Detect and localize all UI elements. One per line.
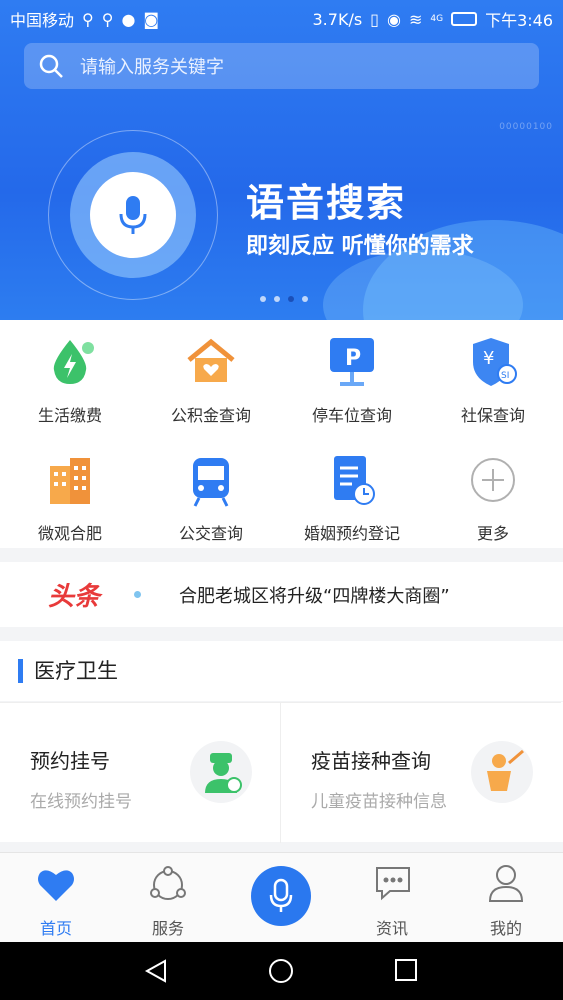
news-ticker[interactable]: 头条 合肥老城区将升级“四牌楼大商圈”	[0, 562, 563, 627]
service-utilities[interactable]: 生活缴费	[0, 320, 140, 430]
tab-home[interactable]: 首页	[0, 853, 112, 943]
tab-label: 资讯	[375, 919, 408, 938]
service-grid: 生活缴费 公积金查询 P 停车位查询 ¥ SI 社保查询 微观合肥 公交查询 婚姻	[0, 320, 563, 548]
service-label: 婚姻预约登记	[303, 524, 400, 543]
shield-yen-icon: ¥ SI	[465, 334, 521, 390]
card-subtitle: 在线预约挂号	[30, 792, 132, 812]
card-vaccine[interactable]: 疫苗接种查询 儿童疫苗接种信息	[281, 702, 561, 843]
card-title: 预约挂号	[30, 749, 110, 773]
tab-label: 我的	[489, 919, 522, 938]
search-placeholder: 请输入服务关键字	[80, 57, 224, 78]
vibrate-icon: ▯	[370, 9, 379, 29]
banner-title: 语音搜索	[246, 181, 407, 225]
tab-label: 服务	[151, 919, 184, 938]
usb-icon-2: ⚲	[101, 9, 114, 29]
section-header: 医疗卫生	[0, 641, 563, 701]
page-dot	[302, 296, 308, 302]
service-social-security[interactable]: ¥ SI 社保查询	[423, 320, 563, 430]
tab-news[interactable]: 资讯	[336, 853, 448, 943]
service-label: 公积金查询	[170, 406, 251, 425]
buildings-icon	[42, 452, 98, 508]
headline-tag: 头条	[48, 582, 101, 612]
house-heart-icon	[183, 334, 239, 390]
mic-icon	[119, 196, 147, 234]
message-icon	[376, 867, 410, 901]
svg-text:P: P	[345, 346, 361, 371]
recents-icon[interactable]	[394, 958, 418, 982]
news-bullet	[134, 591, 142, 598]
clock-time: 下午3:46	[485, 11, 553, 30]
service-parking[interactable]: P 停车位查询	[282, 320, 422, 430]
service-marriage[interactable]: 婚姻预约登记	[282, 438, 422, 548]
status-bar: 中国移动 ⚲ ⚲ ● ◙ 3.7K/s ▯ ◉ ≋ 4G 下午3:46	[0, 0, 563, 38]
user-icon	[488, 865, 524, 902]
svg-text:SI: SI	[501, 371, 509, 381]
service-bus[interactable]: 公交查询	[141, 438, 281, 548]
app-icon: ◙	[143, 9, 159, 29]
mic-icon	[269, 878, 293, 912]
network-speed: 3.7K/s	[312, 9, 363, 29]
battery-icon	[451, 12, 478, 26]
service-label: 更多	[476, 524, 509, 543]
bus-icon	[183, 452, 239, 508]
water-drop-bolt-icon	[42, 334, 98, 390]
search-bar[interactable]: 请输入服务关键字	[24, 43, 539, 89]
voice-search-button[interactable]	[90, 172, 176, 258]
tab-label: 首页	[39, 919, 72, 938]
back-icon[interactable]	[143, 958, 169, 984]
banner-pagination	[260, 296, 308, 302]
page-dot	[274, 296, 280, 302]
system-nav-bar	[0, 942, 563, 1000]
vaccine-child-icon	[471, 741, 533, 803]
document-clock-icon	[324, 452, 380, 508]
service-more[interactable]: 更多	[423, 438, 563, 548]
page-dot-active	[288, 296, 294, 302]
section-title: 医疗卫生	[34, 659, 118, 683]
service-label: 公交查询	[178, 524, 243, 543]
section-accent-bar	[18, 659, 23, 683]
doctor-icon	[190, 741, 252, 803]
chat-icon: ●	[121, 9, 136, 29]
service-label: 生活缴费	[37, 406, 102, 425]
wifi-icon: ≋	[408, 9, 423, 29]
eye-icon: ◉	[386, 9, 401, 29]
news-headline[interactable]: 合肥老城区将升级“四牌楼大商圈”	[179, 582, 450, 608]
signal-icon: 4G	[430, 14, 444, 24]
parking-sign-icon: P	[324, 334, 380, 390]
service-label: 微观合肥	[37, 524, 102, 543]
page-dot	[260, 296, 266, 302]
plus-circle-icon	[465, 452, 521, 508]
tab-voice-button[interactable]	[251, 866, 311, 926]
service-micro-hefei[interactable]: 微观合肥	[0, 438, 140, 548]
share-icon	[150, 866, 186, 900]
medical-cards: 预约挂号 在线预约挂号 疫苗接种查询 儿童疫苗接种信息	[0, 702, 563, 843]
tab-profile[interactable]: 我的	[450, 853, 562, 943]
service-label: 社保查询	[460, 406, 525, 425]
banner-tiny-text: 00000100	[499, 122, 553, 132]
search-icon	[39, 54, 63, 78]
usb-icon: ⚲	[82, 9, 94, 29]
tab-services[interactable]: 服务	[112, 853, 224, 943]
service-housing-fund[interactable]: 公积金查询	[141, 320, 281, 430]
card-subtitle: 儿童疫苗接种信息	[311, 792, 447, 812]
banner-subtitle: 即刻反应 听懂你的需求	[246, 234, 474, 259]
card-appointment[interactable]: 预约挂号 在线预约挂号	[0, 702, 281, 843]
carrier-name: 中国移动	[10, 11, 75, 30]
card-title: 疫苗接种查询	[311, 749, 431, 773]
service-label: 停车位查询	[311, 406, 392, 425]
heart-icon	[38, 870, 74, 901]
svg-text:¥: ¥	[483, 348, 494, 369]
home-icon[interactable]	[268, 958, 294, 984]
